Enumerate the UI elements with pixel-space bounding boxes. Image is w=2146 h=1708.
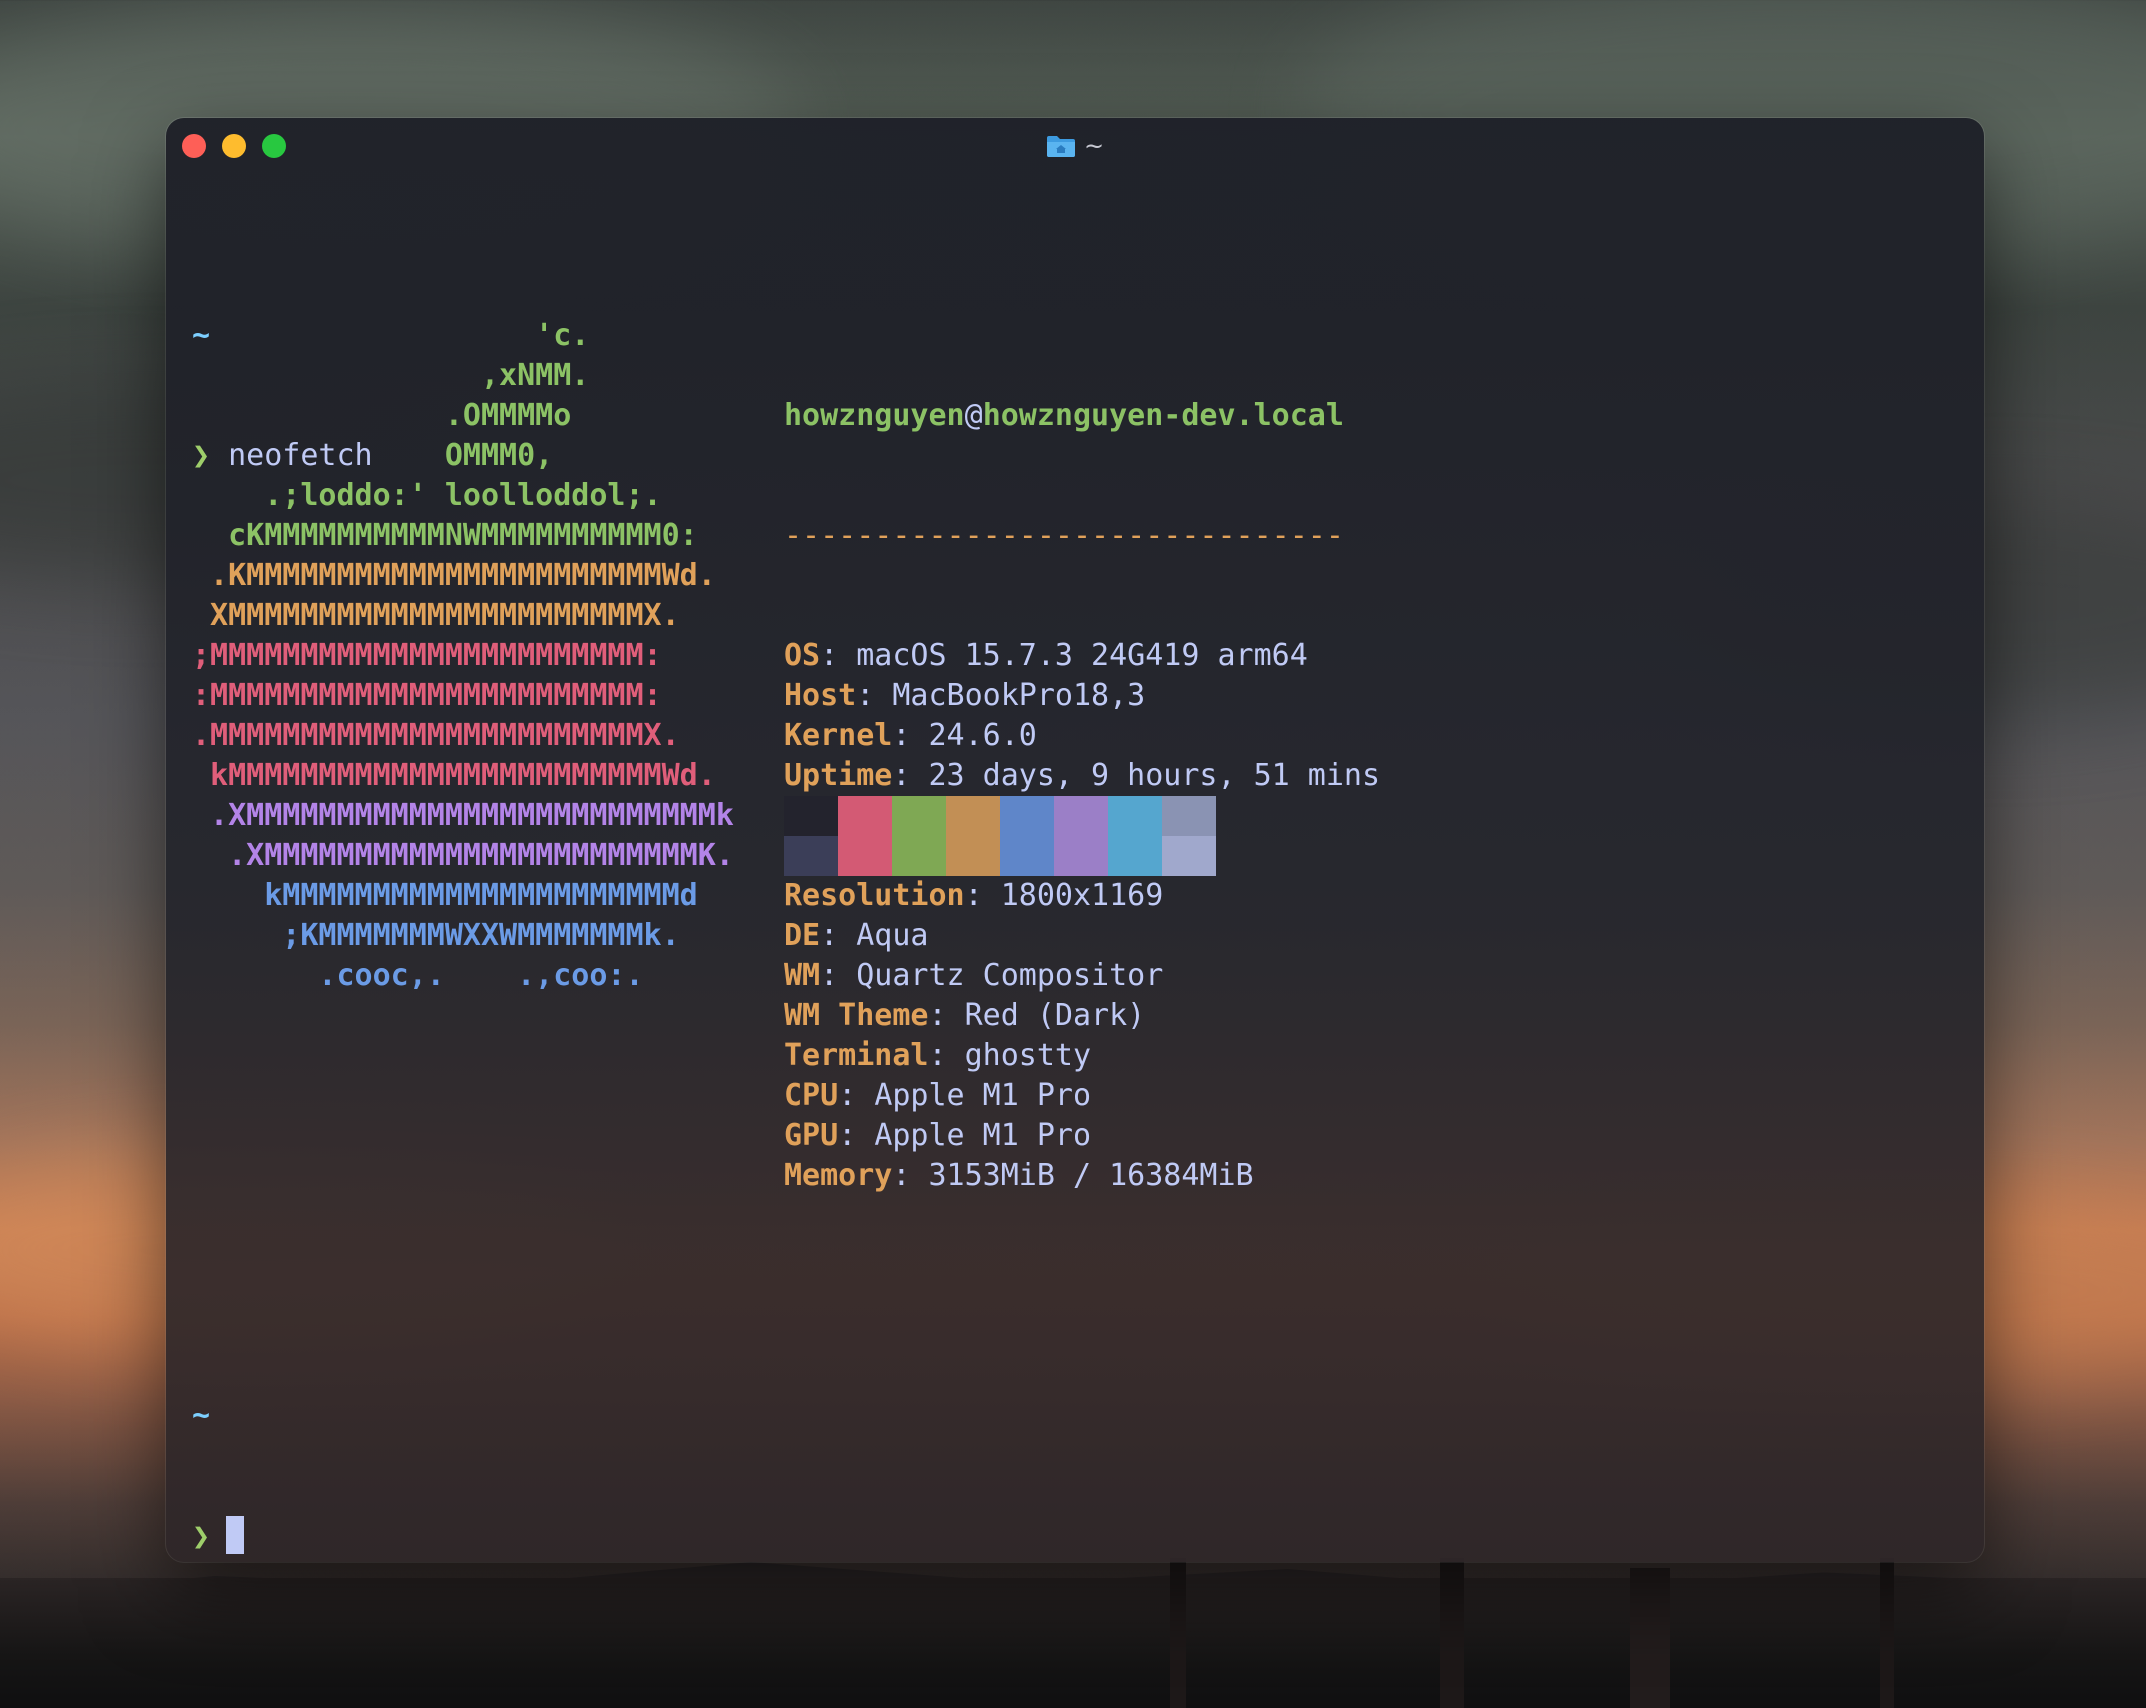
folder-home-icon [1046,136,1075,157]
info-colon: : [892,718,929,753]
active-prompt[interactable]: ~ ❯ [192,1316,300,1562]
info-colon: : [856,678,893,713]
info-key: Resolution [784,878,965,913]
info-value: Red (Dark) [964,998,1146,1033]
info-value: 24.6.0 [928,718,1037,753]
color-swatch [1108,796,1162,836]
at-sign: @ [964,398,983,433]
color-swatch [1108,836,1162,876]
info-colon: : [928,998,965,1033]
user-host-line: howznguyen@howznguyen-dev.local [784,396,1380,436]
text-cursor[interactable] [226,1516,245,1554]
info-key: CPU [784,1078,839,1113]
info-key: WM [784,958,821,993]
neofetch-ascii-logo: 'c. ,xNMM. .OMMMMo OMMM0, .;loddo:' lool… [192,316,734,996]
info-row: Kernel: 24.6.0 [784,716,1380,756]
info-value: Apple M1 Pro [874,1078,1092,1113]
ascii-line: .XMMMMMMMMMMMMMMMMMMMMMMMMMMk [192,798,734,833]
color-swatch [892,796,946,836]
hostname: howznguyen-dev.local [982,398,1344,433]
ascii-line: 'c. [192,318,590,353]
ascii-line: .;loddo:' loolloddol;. [192,478,662,513]
color-palette [784,796,1216,876]
info-value: Quartz Compositor [856,958,1164,993]
color-swatch [1162,836,1216,876]
ascii-line: kMMMMMMMMMMMMMMMMMMMMMMMMWd. [192,758,716,793]
color-swatch [892,836,946,876]
info-value: ghostty [964,1038,1092,1073]
info-value: Apple M1 Pro [874,1118,1092,1153]
info-row: WM: Quartz Compositor [784,956,1380,996]
prompt-symbol-2: ❯ [192,1519,211,1554]
info-colon: : [892,1158,929,1193]
info-row: DE: Aqua [784,916,1380,956]
ascii-line: ;KMMMMMMMWXXWMMMMMMMk. [192,918,680,953]
info-value: 1800x1169 [1000,878,1164,913]
ascii-line: OMMM0, [192,438,554,473]
info-colon: : [928,1038,965,1073]
color-swatch [1162,796,1216,836]
info-colon: : [820,638,857,673]
info-colon: : [820,918,857,953]
info-colon: : [838,1078,875,1113]
info-key: WM Theme [784,998,929,1033]
color-swatch [1054,796,1108,836]
ascii-line: ;MMMMMMMMMMMMMMMMMMMMMMMM: [192,638,662,673]
info-colon: : [892,758,929,793]
info-key: GPU [784,1118,839,1153]
ascii-line: .OMMMMo [192,398,572,433]
info-row: Uptime: 23 days, 9 hours, 51 mins [784,756,1380,796]
info-colon: : [964,878,1001,913]
ascii-line: .XMMMMMMMMMMMMMMMMMMMMMMMMK. [192,838,734,873]
ascii-line: kMMMMMMMMMMMMMMMMMMMMMMd [192,878,698,913]
color-swatch [1054,836,1108,876]
info-row: GPU: Apple M1 Pro [784,1116,1380,1156]
info-row: Host: MacBookPro18,3 [784,676,1380,716]
ascii-line: cKMMMMMMMMMMNWMMMMMMMMMM0: [192,518,698,553]
ascii-line: .KMMMMMMMMMMMMMMMMMMMMMMMWd. [192,558,716,593]
info-value: macOS 15.7.3 24G419 arm64 [856,638,1308,673]
color-swatch [784,836,838,876]
info-row: OS: macOS 15.7.3 24G419 arm64 [784,636,1380,676]
ascii-line: ,xNMM. [192,358,590,393]
color-swatch [838,836,892,876]
ascii-line: XMMMMMMMMMMMMMMMMMMMMMMMX. [192,598,680,633]
info-colon: : [838,1118,875,1153]
info-value: 23 days, 9 hours, 51 mins [928,758,1381,793]
ascii-line: .MMMMMMMMMMMMMMMMMMMMMMMMX. [192,718,680,753]
ascii-line: .cooc,. .,coo:. [192,958,644,993]
info-key: Terminal [784,1038,929,1073]
titlebar[interactable]: ~ [166,118,1984,174]
info-key: Memory [784,1158,893,1193]
color-swatch [1000,836,1054,876]
window-title-text: ~ [1083,132,1105,160]
info-key: Host [784,678,857,713]
ascii-line: :MMMMMMMMMMMMMMMMMMMMMMMM: [192,678,662,713]
info-value: MacBookPro18,3 [892,678,1146,713]
color-swatch [946,796,1000,836]
color-swatch [946,836,1000,876]
info-value: 3153MiB / 16384MiB [928,1158,1254,1193]
username: howznguyen [784,398,965,433]
info-value: Aqua [856,918,929,953]
info-row: Terminal: ghostty [784,1036,1380,1076]
separator-line: ------------------------------- [784,518,1344,553]
info-row: Memory: 3153MiB / 16384MiB [784,1156,1380,1196]
info-key: DE [784,918,821,953]
color-swatch [1000,796,1054,836]
info-key: Uptime [784,758,893,793]
terminal-buffer[interactable]: ~ ❯ neofetch 'c. ,xNMM. .OMMMMo OMMM0, .… [192,236,1380,1554]
info-key: Kernel [784,718,893,753]
info-colon: : [820,958,857,993]
color-swatch [838,796,892,836]
terminal-window: ~ ~ ❯ neofetch 'c. ,xNMM. .OMMMMo OMMM0,… [166,118,1984,1562]
window-title: ~ [166,130,1984,162]
info-row: CPU: Apple M1 Pro [784,1076,1380,1116]
info-row: WM Theme: Red (Dark) [784,996,1380,1036]
prompt-directory-2: ~ [192,1398,211,1433]
color-swatch [784,796,838,836]
info-row: Resolution: 1800x1169 [784,876,1380,916]
info-key: OS [784,638,821,673]
